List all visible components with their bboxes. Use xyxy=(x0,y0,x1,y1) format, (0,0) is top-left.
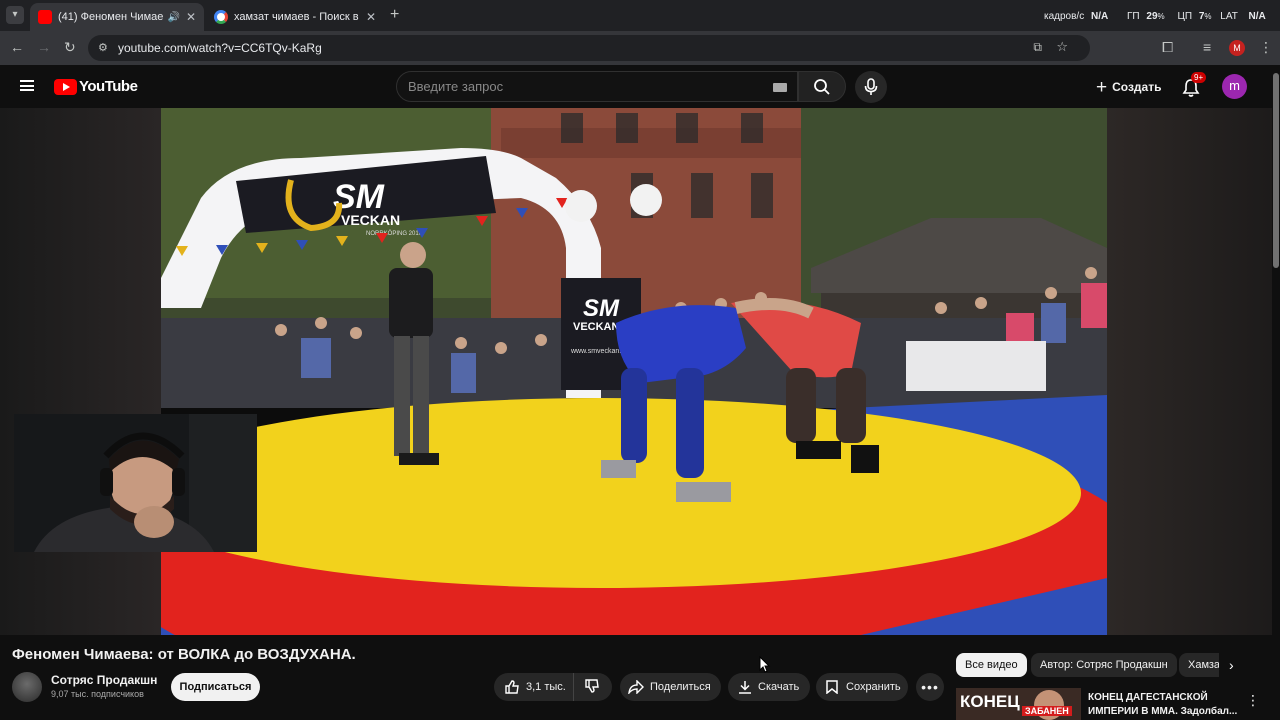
player-right-gradient xyxy=(1107,108,1280,635)
reload-icon[interactable]: ↻ xyxy=(64,40,76,54)
save-button[interactable]: Сохранить xyxy=(816,673,908,701)
speaker-icon: 🔊 xyxy=(167,11,180,23)
tab-title: (41) Феномен Чимаева: от xyxy=(58,11,164,23)
share-button[interactable]: Поделиться xyxy=(620,673,721,701)
next-video-menu-icon[interactable]: ⋮ xyxy=(1246,692,1260,709)
back-arrow-icon[interactable]: ← xyxy=(10,40,24,54)
webcam-overlay xyxy=(14,414,257,552)
tab-title: хамзат чимаев - Поиск в Google xyxy=(234,11,360,23)
search-button[interactable] xyxy=(798,71,846,102)
forward-arrow-icon[interactable]: → xyxy=(37,40,51,54)
new-tab-button[interactable]: + xyxy=(390,6,399,24)
bookmark-star-icon[interactable]: ☆ xyxy=(1056,39,1068,55)
mouse-cursor-icon xyxy=(759,656,771,673)
like-count: 3,1 тыс. xyxy=(526,681,566,693)
account-avatar[interactable]: m xyxy=(1222,74,1247,99)
plus-icon: + xyxy=(1096,76,1108,98)
more-actions-button[interactable]: ••• xyxy=(916,673,944,701)
next-video-title[interactable]: КОНЕЦ ДАГЕСТАНСКОЙ ИМПЕРИИ В ММА. Задолб… xyxy=(1088,691,1238,719)
search-input[interactable]: Введите запрос xyxy=(396,71,798,102)
youtube-play-logo-icon xyxy=(54,78,77,95)
browser-menu-icon[interactable]: ⋮ xyxy=(1259,40,1273,54)
search-icon xyxy=(814,79,830,95)
chips-next-icon[interactable]: › xyxy=(1229,657,1234,673)
banner-sub-text: VECKAN xyxy=(341,212,400,228)
thumb-text-2: ЗАБАНЕН xyxy=(1022,706,1072,716)
video-info-area: Феномен Чимаева: от ВОЛКА до ВОЗДУХАНА. … xyxy=(0,635,1280,720)
chip-hamzat-clip: Хамзат xyxy=(1179,653,1219,677)
thumb-text-1: КОНЕЦ xyxy=(960,692,1020,711)
youtube-logo-text: YouTube xyxy=(79,78,138,95)
like-dislike-group: 3,1 тыс. xyxy=(494,673,612,701)
thumbs-down-icon xyxy=(585,678,599,693)
tab-youtube[interactable]: (41) Феномен Чимаева: от 🔊 ✕ xyxy=(30,3,204,31)
subscriber-count: 9,07 тыс. подписчиков xyxy=(51,689,144,699)
scrollbar-thumb[interactable] xyxy=(1273,73,1279,268)
media-control-icon[interactable]: ≡ xyxy=(1203,40,1211,54)
keyboard-icon[interactable] xyxy=(773,83,787,92)
extensions-icon[interactable]: ⧠ xyxy=(1162,40,1173,54)
close-icon[interactable]: ✕ xyxy=(186,10,196,24)
channel-avatar[interactable] xyxy=(12,672,42,702)
streamer-image xyxy=(14,414,257,552)
video-title: Феномен Чимаева: от ВОЛКА до ВОЗДУХАНА. xyxy=(12,646,356,663)
like-button[interactable]: 3,1 тыс. xyxy=(494,673,574,701)
install-app-icon[interactable]: ⧉ xyxy=(1033,40,1042,55)
save-bookmark-icon xyxy=(826,680,838,694)
url-text: youtube.com/watch?v=CC6TQv-KaRg xyxy=(118,41,322,55)
page-scrollbar[interactable] xyxy=(1272,65,1280,720)
profile-avatar[interactable]: M xyxy=(1229,40,1245,56)
search-placeholder: Введите запрос xyxy=(408,79,504,94)
youtube-logo[interactable]: YouTube xyxy=(54,78,138,95)
close-icon[interactable]: ✕ xyxy=(366,10,376,24)
create-button[interactable]: + Создать xyxy=(1090,73,1167,101)
sign-logo-text: SM xyxy=(583,295,620,322)
browser-tab-strip: ▾ (41) Феномен Чимаева: от 🔊 ✕ хамзат чи… xyxy=(0,0,1280,31)
next-video-thumbnail[interactable]: КОНЕЦ ЗАБАНЕН xyxy=(956,688,1081,720)
video-frame[interactable]: SM VECKAN NORRKÖPING 2016 SM VECKAN www.… xyxy=(161,108,1107,635)
more-horizontal-icon: ••• xyxy=(921,679,939,695)
tab-search-button[interactable]: ▾ xyxy=(6,6,24,24)
hamburger-menu-icon[interactable] xyxy=(20,80,34,91)
subscribe-button[interactable]: Подписаться xyxy=(171,673,260,701)
performance-overlay: кадров/с N/A ГП 29% ЦП 7% LAT N/A xyxy=(1044,11,1266,22)
browser-toolbar: ← → ↻ ⚙ youtube.com/watch?v=CC6TQv-KaRg … xyxy=(0,31,1280,65)
channel-name[interactable]: Сотряс Продакшн xyxy=(51,673,157,687)
dislike-button[interactable] xyxy=(574,678,600,697)
notification-badge: 9+ xyxy=(1191,72,1207,83)
sign-sub-text: VECKAN xyxy=(573,321,620,333)
download-button[interactable]: Скачать xyxy=(728,673,810,701)
chip-hamzat[interactable]: Хамзат xyxy=(1179,653,1219,677)
chip-author[interactable]: Автор: Сотряс Продакшн xyxy=(1031,653,1177,677)
thumbs-up-icon xyxy=(505,680,519,694)
download-icon xyxy=(739,681,751,694)
share-arrow-icon xyxy=(628,680,644,694)
youtube-header: YouTube Введите запрос + Создать 9+ m xyxy=(0,65,1280,108)
banner-small-text: NORRKÖPING 2016 xyxy=(366,230,423,237)
address-bar[interactable]: ⚙ youtube.com/watch?v=CC6TQv-KaRg ⧉ ☆ xyxy=(88,35,1090,61)
video-player[interactable]: SM VECKAN NORRKÖPING 2016 SM VECKAN www.… xyxy=(0,108,1280,635)
notifications-button[interactable]: 9+ xyxy=(1181,72,1207,98)
youtube-favicon-icon xyxy=(38,10,52,24)
google-favicon-icon xyxy=(214,10,228,24)
video-scene-image: SM VECKAN NORRKÖPING 2016 SM VECKAN www.… xyxy=(161,108,1107,635)
chip-all-videos[interactable]: Все видео xyxy=(956,653,1027,677)
player-left-gradient xyxy=(0,108,161,635)
tab-google-search[interactable]: хамзат чимаев - Поиск в Google ✕ xyxy=(206,3,384,31)
microphone-icon xyxy=(864,78,878,95)
site-info-icon[interactable]: ⚙ xyxy=(98,41,108,54)
voice-search-button[interactable] xyxy=(855,71,887,103)
